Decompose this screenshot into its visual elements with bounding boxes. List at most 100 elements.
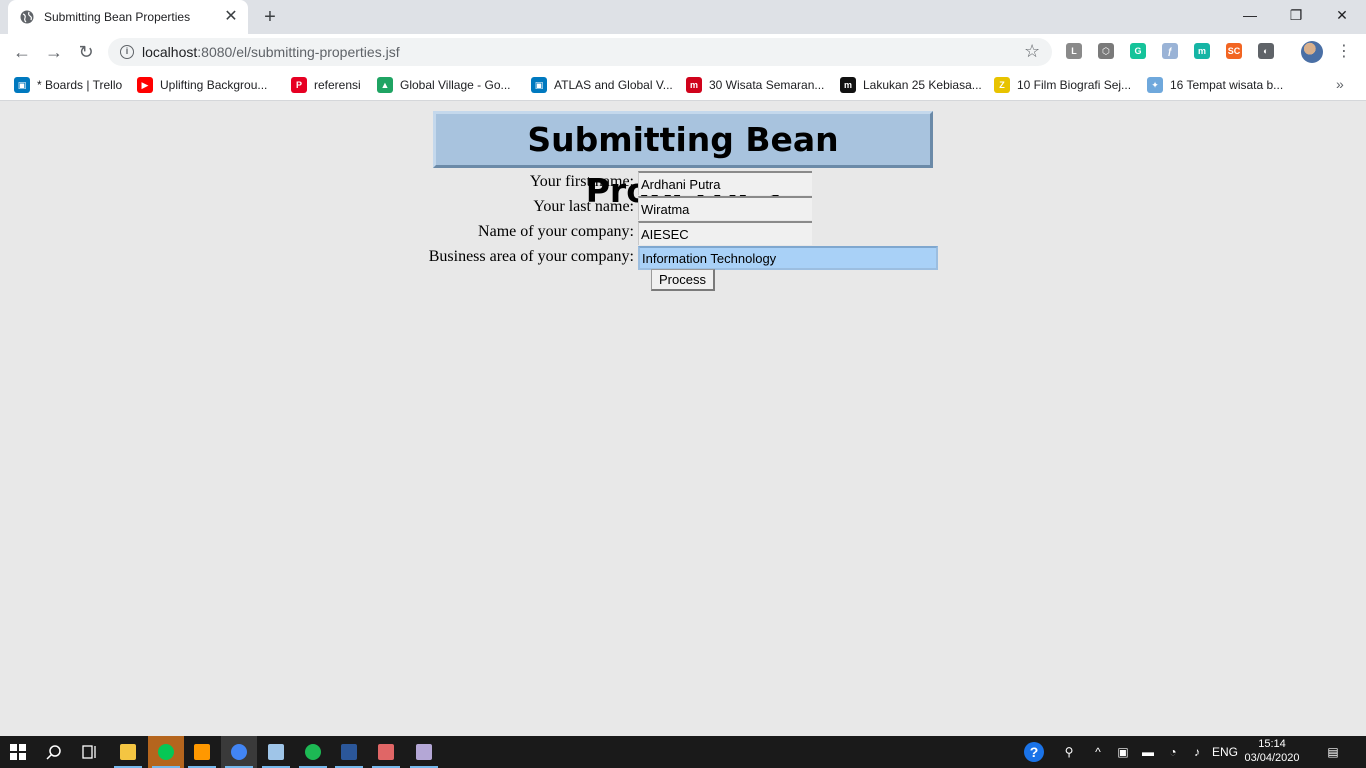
m-red-icon: m <box>686 77 702 93</box>
chrome-icon[interactable] <box>221 736 257 768</box>
notepad-icon[interactable] <box>258 736 294 768</box>
help-icon[interactable]: ? <box>1020 736 1048 768</box>
circle-ext-icon[interactable]: ◐ <box>1258 43 1274 59</box>
m-ext-icon[interactable]: m <box>1194 43 1210 59</box>
first-name-row: Your first name: <box>0 171 1366 196</box>
bookmark-label: * Boards | Trello <box>37 78 123 92</box>
tab-strip: Submitting Bean Properties ✕ + — ❐ ✕ <box>0 0 1366 34</box>
spotify-icon[interactable] <box>295 736 331 768</box>
last-name-row: Your last name: <box>0 196 1366 221</box>
bookmark-item[interactable]: m 30 Wisata Semaran... <box>686 76 824 94</box>
battery-icon[interactable]: ▬ <box>1137 736 1159 768</box>
volume-icon[interactable]: ♪ <box>1186 736 1208 768</box>
youtube-icon: ▶ <box>137 77 153 93</box>
bookmark-label: 10 Film Biografi Sej... <box>1017 78 1132 92</box>
bookmark-item[interactable]: ✦ 16 Tempat wisata b... <box>1147 76 1283 94</box>
last-name-label: Your last name: <box>533 198 634 215</box>
people-icon[interactable]: ⚲ <box>1058 736 1080 768</box>
info-icon[interactable]: i <box>120 45 134 59</box>
bookmark-star-icon[interactable]: ☆ <box>1024 41 1040 62</box>
company-name-input[interactable] <box>638 221 812 245</box>
bookmarks-bar: ▣ * Boards | Trello ▶ Uplifting Backgrou...… <box>0 70 1366 101</box>
bookmark-item[interactable]: Z 10 Film Biografi Sej... <box>994 76 1131 94</box>
network-alert-icon[interactable]: ▣ <box>1112 736 1134 768</box>
m-black-icon: m <box>840 77 856 93</box>
cube-ext-icon[interactable]: ⬡ <box>1098 43 1114 59</box>
url-host: localhost <box>142 44 198 60</box>
url-text[interactable]: localhost:8080/el/submitting-properties.… <box>142 44 400 60</box>
company-name-label: Name of your company: <box>478 223 634 240</box>
bookmark-item[interactable]: m Lakukan 25 Kebiasa... <box>840 76 982 94</box>
bookmark-item[interactable]: ▣ * Boards | Trello <box>14 76 122 94</box>
word-icon[interactable] <box>331 736 367 768</box>
windows-taskbar: ? ⚲ ^ ▣ ▬ ◔ ♪ ENG 15:14 03/04/2020 ▤ <box>0 736 1366 768</box>
business-area-row: Business area of your company: <box>0 246 1366 271</box>
url-path: :8080/el/submitting-properties.jsf <box>197 44 400 60</box>
windows-start-icon[interactable] <box>0 736 36 768</box>
bird-icon: ✦ <box>1147 77 1163 93</box>
file-explorer-icon[interactable] <box>110 736 146 768</box>
settings-app-icon[interactable] <box>406 736 442 768</box>
forward-arrow-icon[interactable]: → <box>42 40 66 64</box>
tab-active[interactable]: Submitting Bean Properties ✕ <box>8 0 248 34</box>
clock[interactable]: 15:14 03/04/2020 <box>1240 737 1304 767</box>
paint-icon[interactable] <box>368 736 404 768</box>
minimize-button[interactable]: — <box>1238 4 1262 26</box>
close-window-button[interactable]: ✕ <box>1330 4 1354 26</box>
sublime-text-icon[interactable] <box>184 736 220 768</box>
notifications-icon[interactable]: ▤ <box>1318 736 1348 768</box>
first-name-label: Your first name: <box>529 173 634 190</box>
grammarly-ext-icon[interactable]: G <box>1130 43 1146 59</box>
spotify-icon-glyph <box>305 744 321 760</box>
bookmark-item[interactable]: ▲ Global Village - Go... <box>377 76 511 94</box>
page-content: Submitting Bean Properties Your first na… <box>0 102 1366 736</box>
google-drive-icon: ▲ <box>377 77 393 93</box>
search-icon[interactable] <box>36 736 72 768</box>
globe-icon <box>20 10 34 24</box>
address-bar[interactable]: i localhost:8080/el/submitting-propertie… <box>108 38 1052 66</box>
paint-icon-glyph <box>378 744 394 760</box>
clock-date: 03/04/2020 <box>1244 752 1300 764</box>
file-explorer-icon-glyph <box>120 744 136 760</box>
profile-avatar[interactable] <box>1301 41 1323 63</box>
back-arrow-icon[interactable]: ← <box>10 40 34 64</box>
bookmark-label: Lakukan 25 Kebiasa... <box>863 78 982 92</box>
trello-icon: ▣ <box>14 77 30 93</box>
task-view-icon[interactable] <box>72 736 108 768</box>
process-button[interactable]: Process <box>651 269 715 291</box>
bookmark-label: Global Village - Go... <box>400 78 511 92</box>
sc-ext-icon[interactable]: SC <box>1226 43 1242 59</box>
clock-time: 15:14 <box>1258 738 1286 750</box>
company-name-row: Name of your company: <box>0 221 1366 246</box>
tab-close-icon[interactable]: ✕ <box>222 8 240 26</box>
bookmark-label: 30 Wisata Semaran... <box>709 78 825 92</box>
tab-title: Submitting Bean Properties <box>44 10 191 24</box>
bookmark-label: Uplifting Backgrou... <box>160 78 268 92</box>
bookmark-item[interactable]: ▣ ATLAS and Global V... <box>531 76 673 94</box>
reload-icon[interactable]: ↻ <box>74 40 98 64</box>
restore-button[interactable]: ❐ <box>1284 4 1308 26</box>
pinterest-icon: P <box>291 77 307 93</box>
menu-dots-icon[interactable]: ⋮ <box>1336 42 1352 62</box>
bookmark-label: ATLAS and Global V... <box>554 78 673 92</box>
browser-toolbar: ← → ↻ i localhost:8080/el/submitting-pro… <box>0 34 1366 70</box>
line-ext-icon[interactable]: L <box>1066 43 1082 59</box>
bookmarks-overflow-icon[interactable]: » <box>1336 76 1344 92</box>
wifi-icon[interactable]: ◔ <box>1162 736 1184 768</box>
z-icon: Z <box>994 77 1010 93</box>
business-area-input[interactable] <box>638 246 938 270</box>
bookmark-item[interactable]: ▶ Uplifting Backgrou... <box>137 76 267 94</box>
first-name-input[interactable] <box>638 171 812 195</box>
line-app-icon[interactable] <box>148 736 184 768</box>
bookmark-item[interactable]: Preferensi <box>291 76 361 94</box>
new-tab-button[interactable]: + <box>258 6 282 28</box>
tray-chevron-up-icon[interactable]: ^ <box>1088 736 1108 768</box>
feather-ext-icon[interactable]: ƒ <box>1162 43 1178 59</box>
trello-icon: ▣ <box>531 77 547 93</box>
last-name-input[interactable] <box>638 196 812 220</box>
language-indicator[interactable]: ENG <box>1210 736 1240 768</box>
bookmark-label: referensi <box>314 78 361 92</box>
notepad-icon-glyph <box>268 744 284 760</box>
business-area-label: Business area of your company: <box>428 248 634 265</box>
line-app-icon-glyph <box>158 744 174 760</box>
